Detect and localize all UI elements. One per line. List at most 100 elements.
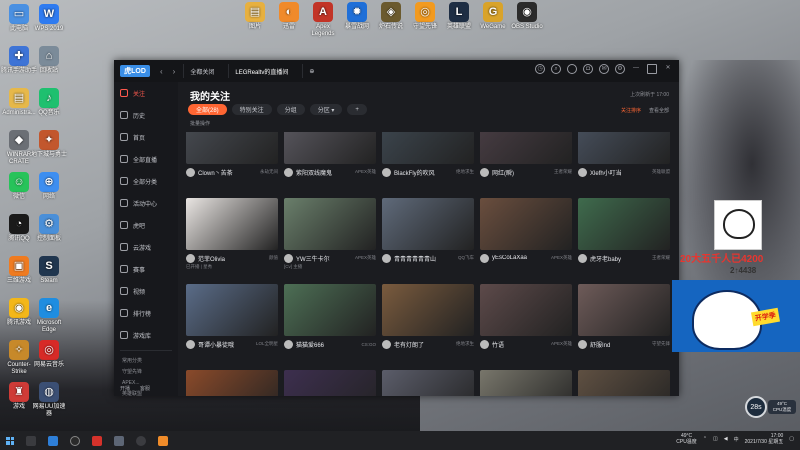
streamer-name[interactable]: 老有灯朗了: [394, 340, 456, 349]
stream-thumbnail[interactable]: [480, 132, 572, 164]
sidebar-item[interactable]: 虎吧: [114, 214, 178, 236]
search-taskbar-icon[interactable]: [26, 435, 36, 446]
filter-chip[interactable]: +: [347, 104, 367, 115]
streamer-name[interactable]: BlackFly的吹风: [394, 168, 456, 177]
close-icon[interactable]: ✕: [663, 64, 673, 74]
streamer-name[interactable]: 范菲Olivia: [198, 254, 269, 263]
stream-thumbnail[interactable]: [186, 132, 278, 164]
back-icon[interactable]: ‹: [160, 67, 163, 76]
stream-card[interactable]: [578, 370, 670, 396]
stream-thumbnail[interactable]: [578, 370, 670, 396]
stream-thumbnail[interactable]: [382, 198, 474, 250]
stream-card[interactable]: [284, 370, 376, 396]
desktop-icon[interactable]: ◉ OBS Studio: [508, 2, 546, 31]
streamer-name[interactable]: 网红(瞬): [492, 168, 554, 177]
sidebar-item[interactable]: 视频: [114, 280, 178, 302]
stream-thumbnail[interactable]: [284, 132, 376, 164]
promo-sticker[interactable]: [714, 200, 762, 250]
stream-thumbnail[interactable]: [480, 370, 572, 396]
stream-card[interactable]: Clown丶苦茶 永劫无间: [186, 132, 278, 177]
desktop-icon[interactable]: ⊕ 网络: [30, 172, 68, 201]
sidebar-item[interactable]: 历史: [114, 104, 178, 126]
desktop-icon[interactable]: ⌂ 回收站: [30, 46, 68, 75]
clock[interactable]: 17:00 2021/7/30 星期五: [745, 433, 784, 445]
stream-card[interactable]: 老有灯朗了 绝地求生: [382, 284, 474, 349]
stream-thumbnail[interactable]: [284, 370, 376, 396]
streamer-name[interactable]: 竹语: [492, 340, 551, 349]
new-tab-button[interactable]: ⊕: [302, 64, 320, 78]
desktop-icon[interactable]: G WeGame: [474, 2, 512, 31]
history-icon[interactable]: ◷: [535, 64, 545, 74]
sidebar-category[interactable]: 常用分类: [114, 355, 178, 366]
stream-thumbnail[interactable]: [186, 370, 278, 396]
stream-card[interactable]: 网红(瞬) 王者荣耀: [480, 132, 572, 177]
notification-icon[interactable]: ▢: [789, 436, 794, 442]
stream-card[interactable]: Xlefh小叮当 英雄联盟: [578, 132, 670, 177]
netease-taskbar-icon[interactable]: [92, 435, 102, 446]
streamer-name[interactable]: Clown丶苦茶: [198, 168, 260, 177]
sidebar-item[interactable]: 活动中心: [114, 192, 178, 214]
settings-icon[interactable]: ⚙: [615, 64, 625, 74]
floating-widget[interactable]: 28s: [745, 396, 767, 418]
sidebar-item[interactable]: 全部直播: [114, 148, 178, 170]
desktop-icon[interactable]: ✦ 地下城与勇士: [30, 130, 68, 159]
batch-operation-button[interactable]: 批量操作: [190, 120, 210, 127]
stream-card[interactable]: 哥谭小暴徒哦 LOL全明星: [186, 284, 278, 349]
minimize-icon[interactable]: —: [631, 64, 641, 74]
volume-icon[interactable]: ◀: [724, 436, 728, 442]
tray-arrow-icon[interactable]: ⌃: [703, 436, 707, 442]
stream-card[interactable]: 舒服Ind 守望先锋: [578, 284, 670, 349]
stream-thumbnail[interactable]: [578, 132, 670, 164]
maximize-icon[interactable]: [647, 64, 657, 74]
sidebar-item[interactable]: 全部分类: [114, 170, 178, 192]
stream-thumbnail[interactable]: [480, 198, 572, 250]
filter-chip[interactable]: 分区 ▾: [309, 104, 343, 115]
stream-card[interactable]: 青青青青青青山 QQ飞车: [382, 198, 474, 263]
forward-icon[interactable]: ›: [173, 67, 176, 76]
stream-thumbnail[interactable]: [284, 284, 376, 336]
filter-chip[interactable]: 全部(28): [188, 104, 227, 115]
stream-card[interactable]: 范菲Olivia 颜值 已开播 | 星秀: [186, 198, 278, 270]
sidebar-bottom-button[interactable]: 客服: [140, 385, 150, 392]
desktop-icon[interactable]: L 英雄联盟: [440, 2, 478, 31]
sidebar-item[interactable]: 赛事: [114, 258, 178, 280]
stream-card[interactable]: [480, 370, 572, 396]
streamer-name[interactable]: yEsCoLaXaa: [492, 255, 551, 261]
stream-card[interactable]: 虎牙老baby 王者荣耀: [578, 198, 670, 263]
gift-icon[interactable]: ◘: [583, 64, 593, 74]
desktop-icon[interactable]: ◈ 炉石传说: [372, 2, 410, 31]
desktop-icon[interactable]: ▤ 图片: [236, 2, 274, 31]
desktop-icon[interactable]: ⚙ 控制面板: [30, 214, 68, 243]
search-icon[interactable]: ⌕: [551, 64, 561, 74]
stream-thumbnail[interactable]: [382, 370, 474, 396]
desktop-icon[interactable]: W WPS 2019: [30, 4, 68, 33]
streamer-name[interactable]: 虎牙老baby: [590, 254, 652, 263]
desktop-icon[interactable]: S Steam: [30, 256, 68, 285]
streamer-name[interactable]: 舒服Ind: [590, 340, 652, 349]
desktop-icon[interactable]: A Apex Legends: [304, 2, 342, 38]
desktop-icon[interactable]: e Microsoft Edge: [30, 298, 68, 334]
stream-thumbnail[interactable]: [186, 198, 278, 250]
sidebar-item[interactable]: 首页: [114, 126, 178, 148]
promo-banner[interactable]: 开学季: [672, 280, 800, 352]
streamer-name[interactable]: 紫阳双线魔鬼: [296, 168, 355, 177]
app-logo[interactable]: 虎LOD: [120, 65, 150, 77]
filter-chip[interactable]: 特别关注: [231, 104, 272, 115]
stream-thumbnail[interactable]: [186, 284, 278, 336]
stream-card[interactable]: 竹语 APEX英雄: [480, 284, 572, 349]
desktop-icon[interactable]: ✹ 暴雪战网: [338, 2, 376, 31]
view-all-button[interactable]: 查看全部: [649, 107, 669, 114]
sort-button[interactable]: 关注排序: [621, 107, 641, 114]
message-icon[interactable]: ✉: [599, 64, 609, 74]
ime-icon[interactable]: 中: [734, 436, 739, 443]
stream-thumbnail[interactable]: [578, 198, 670, 250]
desktop-icon[interactable]: ◎ 网易云音乐: [30, 340, 68, 369]
stream-card[interactable]: YW三牛卡尔 APEX英雄 [Cv] 主播: [284, 198, 376, 270]
desktop-icon[interactable]: ♪ QQ音乐: [30, 88, 68, 117]
avatar[interactable]: [567, 64, 577, 74]
steam-taskbar-icon[interactable]: [136, 435, 146, 446]
streamer-name[interactable]: 猫猫爱666: [296, 340, 361, 349]
streamer-name[interactable]: 哥谭小暴徒哦: [198, 340, 256, 349]
sidebar-item[interactable]: 游戏库: [114, 324, 178, 346]
streamer-name[interactable]: Xlefh小叮当: [590, 168, 652, 177]
